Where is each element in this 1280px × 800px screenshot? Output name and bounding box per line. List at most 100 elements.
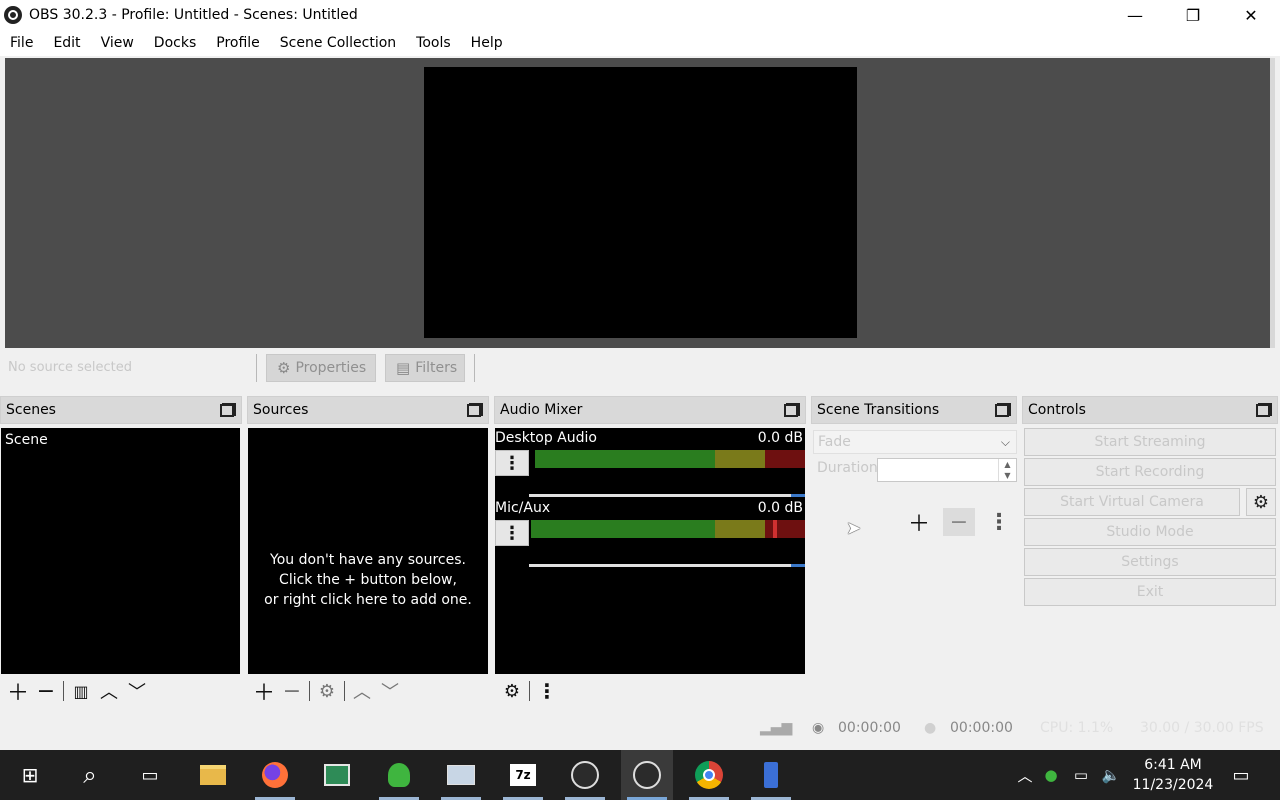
scenes-dock-title: Scenes [6,402,56,418]
move-down-icon[interactable]: ﹀ [123,677,151,705]
7zip-icon[interactable]: 7z [497,750,549,800]
task-view-icon[interactable]: ▭ [124,750,176,800]
controls-body: Start Streaming Start Recording Start Vi… [1022,396,1278,616]
move-down-icon[interactable]: ﹀ [376,677,404,705]
menu-edit[interactable]: Edit [43,30,90,56]
settings-button[interactable]: Settings [1024,548,1276,576]
add-scene-button[interactable]: ＋ [4,677,32,706]
menu-docks[interactable]: Docks [144,30,206,56]
scenes-list[interactable]: Scene [1,428,240,674]
scenes-dock-header: Scenes [0,396,242,424]
audio-mixer-header: Audio Mixer [494,396,806,424]
remove-transition-button[interactable]: − [943,508,975,536]
user-icon[interactable]: ● [1036,766,1066,784]
mixer-menu-icon[interactable]: ⋮ [533,677,561,705]
properties-label: Properties [295,360,367,376]
menu-view[interactable]: View [91,30,144,56]
no-source-label: No source selected [8,360,132,375]
filters-button[interactable]: ▤ Filters [385,354,465,382]
add-source-button[interactable]: ＋ [250,677,278,706]
channel-db: 0.0 dB [757,430,803,446]
scene-transitions-header: Scene Transitions [811,396,1017,424]
transition-value: Fade [818,434,851,450]
cpu-usage: CPU: 1.1% [1040,720,1114,736]
file-explorer-icon[interactable] [187,750,239,800]
obs-icon[interactable] [559,750,611,800]
obs-icon[interactable] [621,750,673,800]
move-up-icon[interactable]: ︿ [348,677,376,705]
sources-list[interactable]: You don't have any sources. Click the + … [248,428,488,674]
channel-menu-button[interactable]: ⋮ [495,450,529,476]
volume-icon[interactable]: 🔈 [1096,766,1126,784]
empty-line-2: Click the + button below, [279,572,457,588]
volume-meter [531,520,805,538]
preview-area[interactable] [5,58,1275,348]
menu-scene-collection[interactable]: Scene Collection [270,30,406,56]
exit-button[interactable]: Exit [1024,578,1276,606]
empty-line-1: You don't have any sources. [270,552,466,568]
app-icon[interactable] [311,750,363,800]
duration-input[interactable]: ▲ ▼ [877,458,1017,482]
chrome-icon[interactable] [683,750,735,800]
transition-properties-menu-icon[interactable]: ⋮ [983,508,1015,536]
network-icon[interactable]: ▭ [1066,766,1096,784]
remove-source-button[interactable]: − [278,677,306,705]
minimize-button[interactable]: — [1106,0,1164,30]
maximize-button[interactable]: ❐ [1164,0,1222,30]
search-icon[interactable]: ⌕ [64,750,116,800]
preview-scrollbar[interactable] [1270,58,1275,348]
transition-select[interactable]: Fade ⌵ [813,430,1017,454]
fps-readout: 30.00 / 30.00 FPS [1140,720,1264,736]
volume-slider-handle[interactable] [791,494,805,497]
menu-profile[interactable]: Profile [206,30,270,56]
volume-slider-handle[interactable] [791,564,805,567]
menu-file[interactable]: File [0,30,43,56]
taskbar: ⊞ ⌕ ▭ 7z ︿ ● ▭ 🔈 6:41 AM 11/23/2024 ▭ [0,750,1280,800]
preview-canvas[interactable] [424,67,857,338]
move-up-icon[interactable]: ︿ [95,677,123,705]
stream-status-icon: ◉ [812,720,825,736]
undock-icon[interactable] [220,403,236,417]
advanced-audio-gear-icon[interactable]: ⚙ [498,677,526,705]
start-virtual-camera-button[interactable]: Start Virtual Camera [1024,488,1240,516]
scene-filters-icon[interactable]: ▥ [67,677,95,705]
messenger-icon[interactable] [373,750,425,800]
undock-icon[interactable] [467,403,483,417]
start-icon[interactable]: ⊞ [4,750,56,800]
show-hidden-icons-icon[interactable]: ︿ [1014,765,1036,786]
start-recording-button[interactable]: Start Recording [1024,458,1276,486]
source-properties-gear-icon[interactable]: ⚙ [313,677,341,705]
list-item[interactable]: Scene [5,432,48,448]
scene-transitions-title: Scene Transitions [817,402,940,418]
properties-button[interactable]: ⚙ Properties [266,354,376,382]
undock-icon[interactable] [784,403,800,417]
sources-dock: Sources You don't have any sources. Clic… [247,396,489,706]
undock-icon[interactable] [995,403,1011,417]
notifications-icon[interactable]: ▭ [1226,750,1256,800]
volume-slider[interactable] [529,494,799,497]
start-streaming-button[interactable]: Start Streaming [1024,428,1276,456]
scene-transitions-body: Fade ⌵ Duration ▲ ▼ ＋ − ⋮ [813,426,1017,576]
menu-help[interactable]: Help [461,30,513,56]
audio-mixer-title: Audio Mixer [500,402,583,418]
remove-scene-button[interactable]: − [32,677,60,705]
close-button[interactable]: ✕ [1222,0,1280,30]
virtual-camera-gear-icon[interactable]: ⚙ [1246,488,1276,516]
sources-dock-title: Sources [253,402,309,418]
system-tray: ︿ ● ▭ 🔈 [1014,750,1126,800]
network-app-icon[interactable] [435,750,487,800]
duration-stepper[interactable]: ▲ ▼ [998,459,1016,481]
usb-icon[interactable] [745,750,797,800]
volume-slider[interactable] [529,564,799,567]
channel-menu-button[interactable]: ⋮ [495,520,529,546]
audio-mixer-dock: Audio Mixer Desktop Audio 0.0 dB ⋮ Mic/A… [494,396,806,703]
studio-mode-button[interactable]: Studio Mode [1024,518,1276,546]
firefox-icon[interactable] [249,750,301,800]
controls-dock: Controls Start Streaming Start Recording… [1022,396,1278,606]
menu-tools[interactable]: Tools [406,30,461,56]
scenes-toolbar: ＋ − ▥ ︿ ﹀ [4,676,151,707]
add-transition-button[interactable]: ＋ [903,508,935,537]
toolbar-separator [309,681,310,701]
empty-line-3: or right click here to add one. [264,592,472,608]
taskbar-clock[interactable]: 6:41 AM 11/23/2024 [1128,755,1218,795]
